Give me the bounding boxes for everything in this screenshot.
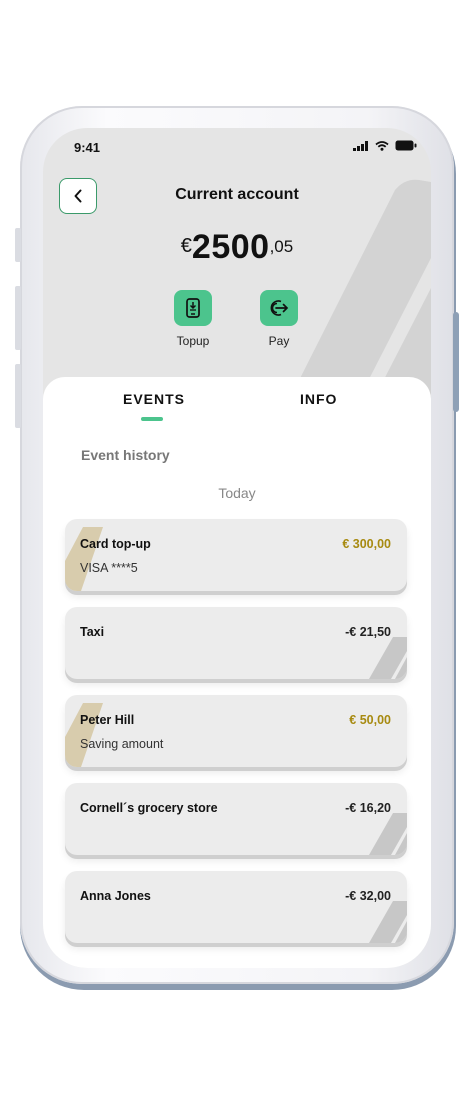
mute-switch — [15, 228, 21, 262]
events-panel: EVENTS INFO Event history Today Card top… — [43, 377, 431, 968]
event-card[interactable]: Cornell´s grocery store -€ 16,20 — [65, 783, 407, 855]
event-amount: -€ 16,20 — [345, 801, 391, 815]
volume-down-button — [15, 364, 21, 428]
balance-decimals: ,05 — [269, 237, 294, 256]
page-title: Current account — [175, 186, 299, 203]
debit-stripe-mark — [369, 637, 407, 679]
topup-label: Topup — [176, 334, 210, 348]
event-amount: -€ 32,00 — [345, 889, 391, 903]
pay-arrow-icon — [270, 300, 289, 316]
event-name: Peter Hill — [80, 713, 135, 727]
active-tab-indicator — [141, 417, 163, 421]
phone-topup-icon — [186, 298, 200, 318]
balance-currency: € — [180, 235, 192, 257]
event-amount: -€ 21,50 — [345, 625, 391, 639]
account-balance: €2500,05 — [43, 228, 431, 267]
event-card[interactable]: Peter Hill Saving amount € 50,00 — [65, 695, 407, 767]
topup-button[interactable] — [174, 290, 212, 326]
signal-icon — [353, 140, 368, 151]
event-name: Cornell´s grocery store — [80, 801, 218, 815]
battery-icon — [395, 140, 417, 151]
event-detail: Saving amount — [80, 737, 164, 751]
app-screen: 9:41 Current account €2500,05 Topup Pay … — [43, 128, 431, 968]
event-card[interactable]: Card top-up VISA ****5 € 300,00 — [65, 519, 407, 591]
tab-info[interactable]: INFO — [300, 391, 337, 407]
credit-stripe-mark — [65, 703, 103, 767]
topup-action[interactable]: Topup — [163, 290, 223, 348]
section-title: Event history — [81, 447, 170, 463]
event-amount: € 300,00 — [342, 537, 391, 551]
power-button — [453, 312, 459, 412]
tab-events[interactable]: EVENTS — [123, 391, 185, 407]
event-amount: € 50,00 — [349, 713, 391, 727]
debit-stripe-mark — [369, 901, 407, 943]
event-card[interactable]: Taxi -€ 21,50 — [65, 607, 407, 679]
event-name: Card top-up — [80, 537, 151, 551]
event-name: Taxi — [80, 625, 105, 639]
event-name: Anna Jones — [80, 889, 151, 903]
event-card[interactable]: Anna Jones -€ 32,00 — [65, 871, 407, 943]
event-detail: VISA ****5 — [80, 561, 138, 575]
pay-action[interactable]: Pay — [249, 290, 309, 348]
pay-button[interactable] — [260, 290, 298, 326]
status-time: 9:41 — [74, 140, 101, 155]
credit-stripe-mark — [65, 527, 103, 591]
wifi-icon — [375, 140, 389, 151]
status-icons — [353, 140, 417, 151]
debit-stripe-mark — [369, 813, 407, 855]
pay-label: Pay — [268, 334, 290, 348]
balance-whole: 2500 — [191, 228, 270, 266]
day-label: Today — [218, 485, 256, 501]
volume-up-button — [15, 286, 21, 350]
